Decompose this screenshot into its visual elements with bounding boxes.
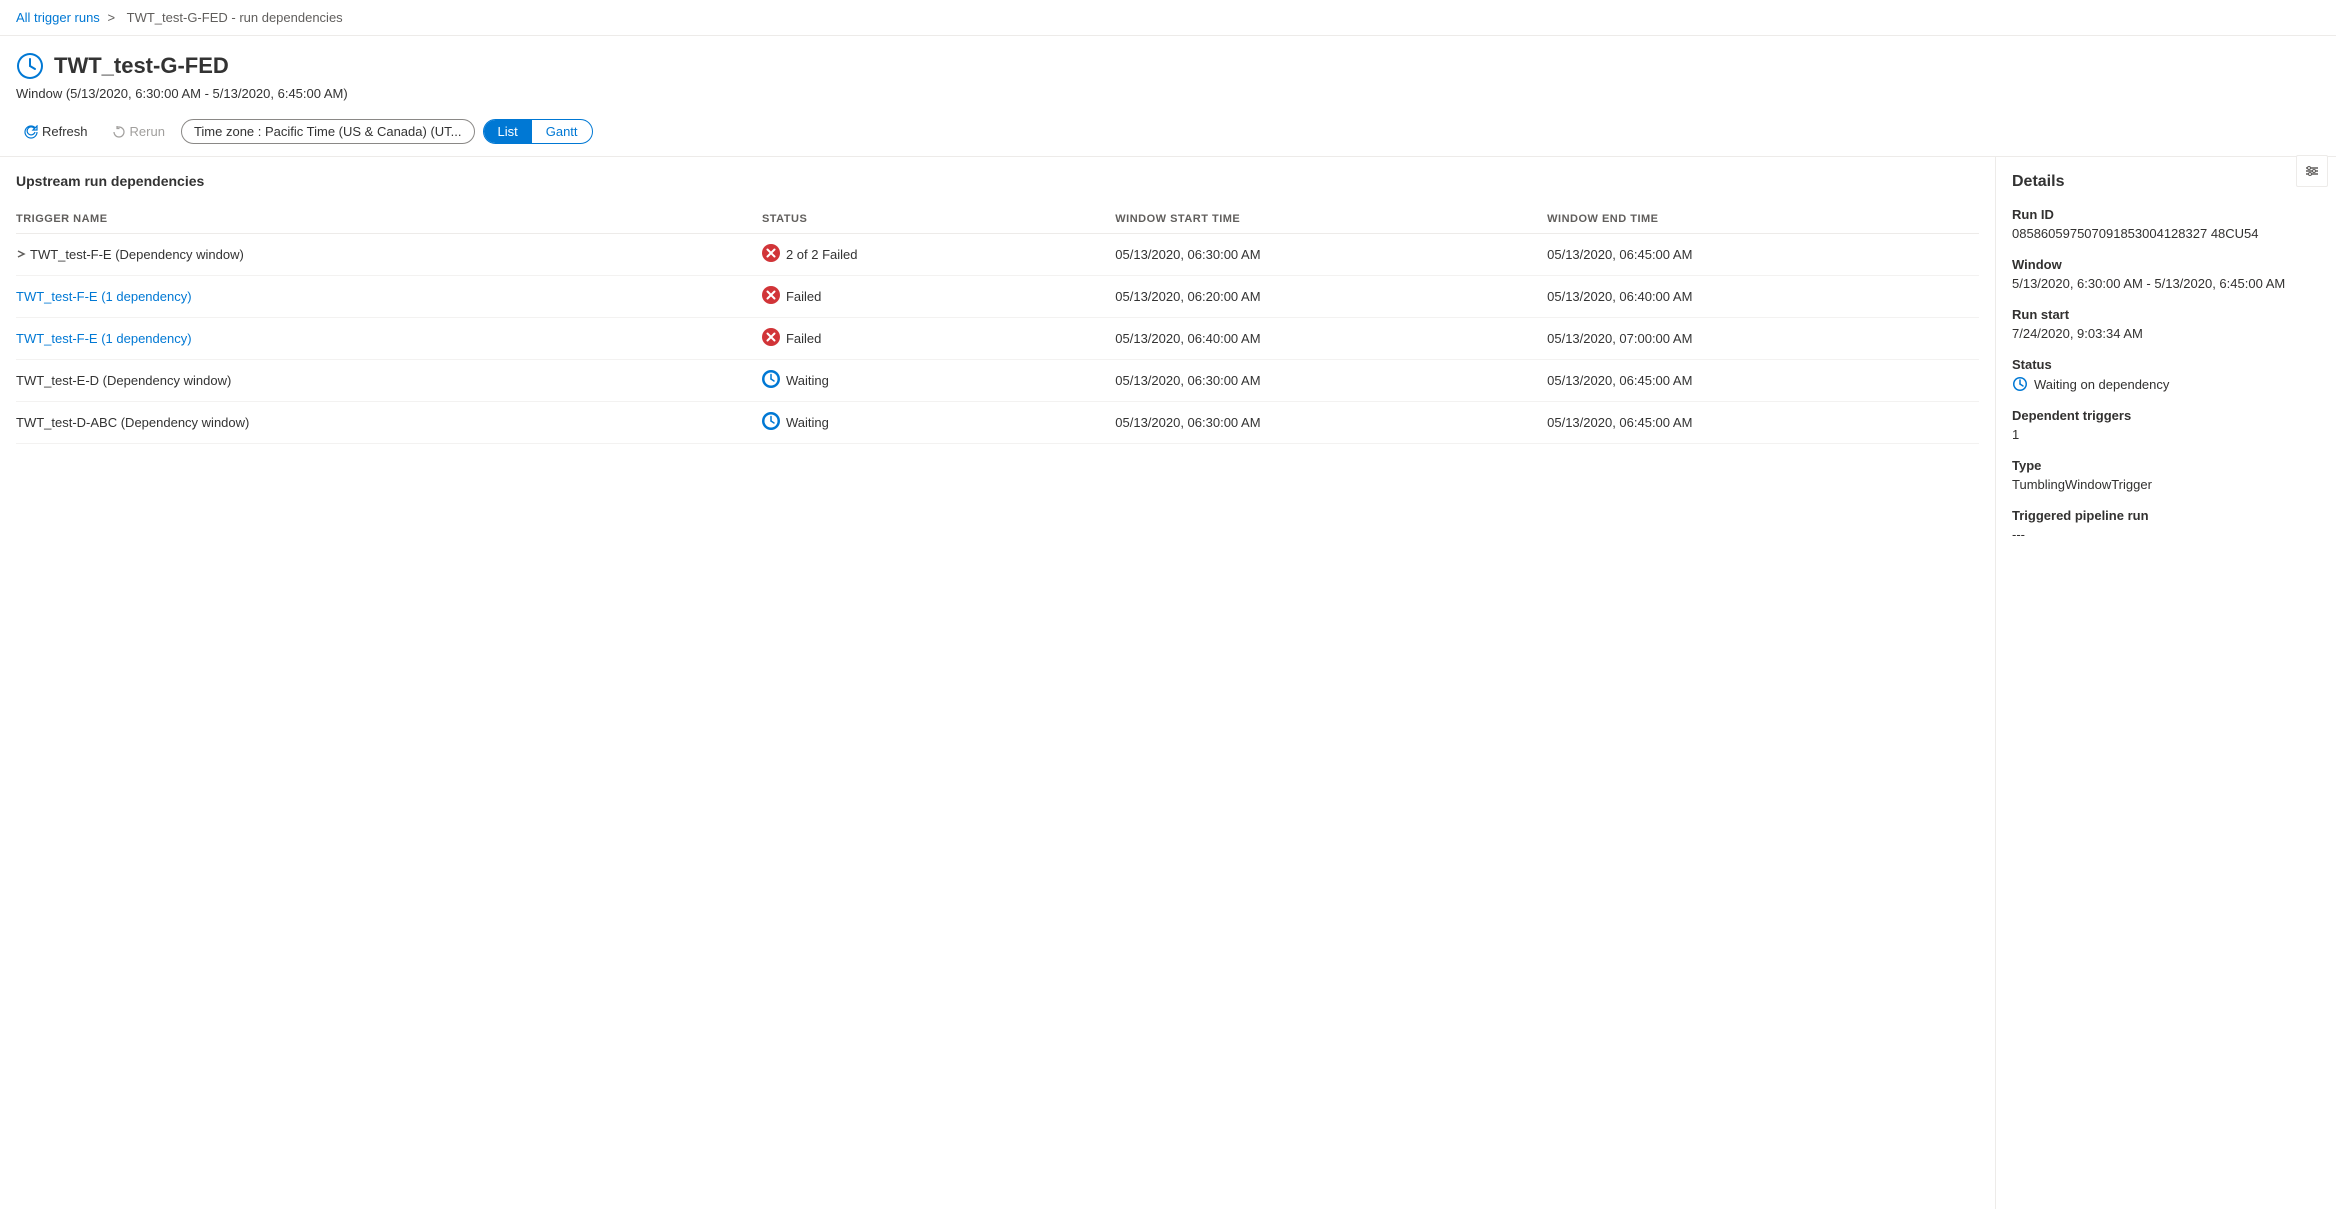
refresh-button[interactable]: Refresh [16,120,96,143]
trigger-name-link[interactable]: TWT_test-F-E (1 dependency) [16,289,192,304]
trigger-name-link[interactable]: TWT_test-F-E (1 dependency) [16,331,192,346]
view-toggle: List Gantt [483,119,593,144]
trigger-name-text: TWT_test-E-D (Dependency window) [16,373,231,388]
dependent-triggers-value: 1 [2012,427,2320,442]
breadcrumb: All trigger runs > TWT_test-G-FED - run … [0,0,2336,36]
detail-window: Window 5/13/2020, 6:30:00 AM - 5/13/2020… [2012,257,2320,291]
status-text: Failed [786,331,821,346]
gantt-view-button[interactable]: Gantt [532,120,592,143]
run-id-label: Run ID [2012,207,2320,222]
page-title: TWT_test-G-FED [16,52,2320,80]
detail-triggered-pipeline: Triggered pipeline run --- [2012,508,2320,542]
status-text: 2 of 2 Failed [786,247,858,262]
toolbar: Refresh Rerun Time zone : Pacific Time (… [0,119,2336,157]
waiting-clock-icon [2012,376,2028,392]
status-label: Status [2012,357,2320,372]
settings-button[interactable] [2296,155,2328,187]
window-value: 5/13/2020, 6:30:00 AM - 5/13/2020, 6:45:… [2012,276,2320,291]
settings-icon [2304,163,2320,179]
trigger-name-cell: TWT_test-F-E (Dependency window) [16,234,762,276]
failed-icon [762,244,780,265]
table-row: TWT_test-F-E (1 dependency) Failed 05/13/2… [16,276,1979,318]
table-row: TWT_test-D-ABC (Dependency window) Waitin… [16,402,1979,444]
detail-status: Status Waiting on dependency [2012,357,2320,392]
table-row: TWT_test-F-E (1 dependency) Failed 05/13/2… [16,318,1979,360]
detail-type: Type TumblingWindowTrigger [2012,458,2320,492]
details-title: Details [2012,173,2320,191]
status-text: Waiting [786,415,829,430]
run-start-value: 7/24/2020, 9:03:34 AM [2012,326,2320,341]
col-status: STATUS [762,205,1115,234]
window-start-cell: 05/13/2020, 06:40:00 AM [1115,318,1547,360]
dependent-triggers-label: Dependent triggers [2012,408,2320,423]
expand-icon[interactable] [16,249,26,259]
status-value: Waiting on dependency [2012,376,2320,392]
breadcrumb-all-runs[interactable]: All trigger runs [16,10,100,25]
trigger-name-cell: TWT_test-D-ABC (Dependency window) [16,402,762,444]
table-row: TWT_test-E-D (Dependency window) Waiting 0… [16,360,1979,402]
failed-icon [762,286,780,307]
detail-dependent-triggers: Dependent triggers 1 [2012,408,2320,442]
window-start-cell: 05/13/2020, 06:30:00 AM [1115,360,1547,402]
status-cell: Waiting [762,402,1115,444]
window-end-cell: 05/13/2020, 06:45:00 AM [1547,234,1979,276]
status-cell: Failed [762,276,1115,318]
status-cell: Failed [762,318,1115,360]
col-window-start: WINDOW START TIME [1115,205,1547,234]
breadcrumb-current: TWT_test-G-FED - run dependencies [127,10,343,25]
main-content: Upstream run dependencies TRIGGER NAME S… [0,157,1996,1209]
window-start-cell: 05/13/2020, 06:20:00 AM [1115,276,1547,318]
waiting-icon [762,370,780,391]
status-text: Waiting [786,373,829,388]
section-title: Upstream run dependencies [16,173,1979,189]
window-start-cell: 05/13/2020, 06:30:00 AM [1115,234,1547,276]
trigger-name-cell: TWT_test-F-E (1 dependency) [16,276,762,318]
window-label: Window [2012,257,2320,272]
window-end-cell: 05/13/2020, 06:40:00 AM [1547,276,1979,318]
main-layout: Upstream run dependencies TRIGGER NAME S… [0,157,2336,1209]
rerun-icon [112,125,126,139]
status-cell: 2 of 2 Failed [762,234,1115,276]
waiting-icon [762,412,780,433]
detail-run-id: Run ID 085860597507091853004128327 48CU5… [2012,207,2320,241]
type-value: TumblingWindowTrigger [2012,477,2320,492]
table-row: TWT_test-F-E (Dependency window) 2 of 2 F… [16,234,1979,276]
trigger-name-cell: TWT_test-F-E (1 dependency) [16,318,762,360]
window-end-cell: 05/13/2020, 06:45:00 AM [1547,402,1979,444]
rerun-button[interactable]: Rerun [104,120,173,143]
details-sidebar: Details Run ID 0858605975070918530041283… [1996,157,2336,1209]
status-cell: Waiting [762,360,1115,402]
timezone-button[interactable]: Time zone : Pacific Time (US & Canada) (… [181,119,475,144]
status-text: Failed [786,289,821,304]
run-start-label: Run start [2012,307,2320,322]
window-end-cell: 05/13/2020, 07:00:00 AM [1547,318,1979,360]
trigger-name-cell: TWT_test-E-D (Dependency window) [16,360,762,402]
header-section: TWT_test-G-FED Window (5/13/2020, 6:30:0… [0,36,2336,119]
failed-icon [762,328,780,349]
trigger-name-text: TWT_test-F-E (Dependency window) [30,247,244,262]
refresh-icon [24,125,38,139]
col-window-end: WINDOW END TIME [1547,205,1979,234]
triggered-pipeline-value: --- [2012,527,2320,542]
triggered-pipeline-label: Triggered pipeline run [2012,508,2320,523]
list-view-button[interactable]: List [484,120,532,143]
run-id-value: 085860597507091853004128327 48CU54 [2012,226,2320,241]
clock-icon [16,52,44,80]
window-label: Window (5/13/2020, 6:30:00 AM - 5/13/202… [16,86,2320,101]
dependencies-table: TRIGGER NAME STATUS WINDOW START TIME WI… [16,205,1979,444]
window-end-cell: 05/13/2020, 06:45:00 AM [1547,360,1979,402]
breadcrumb-separator: > [107,10,115,25]
col-trigger-name: TRIGGER NAME [16,205,762,234]
type-label: Type [2012,458,2320,473]
detail-run-start: Run start 7/24/2020, 9:03:34 AM [2012,307,2320,341]
trigger-name-text: TWT_test-D-ABC (Dependency window) [16,415,249,430]
window-start-cell: 05/13/2020, 06:30:00 AM [1115,402,1547,444]
